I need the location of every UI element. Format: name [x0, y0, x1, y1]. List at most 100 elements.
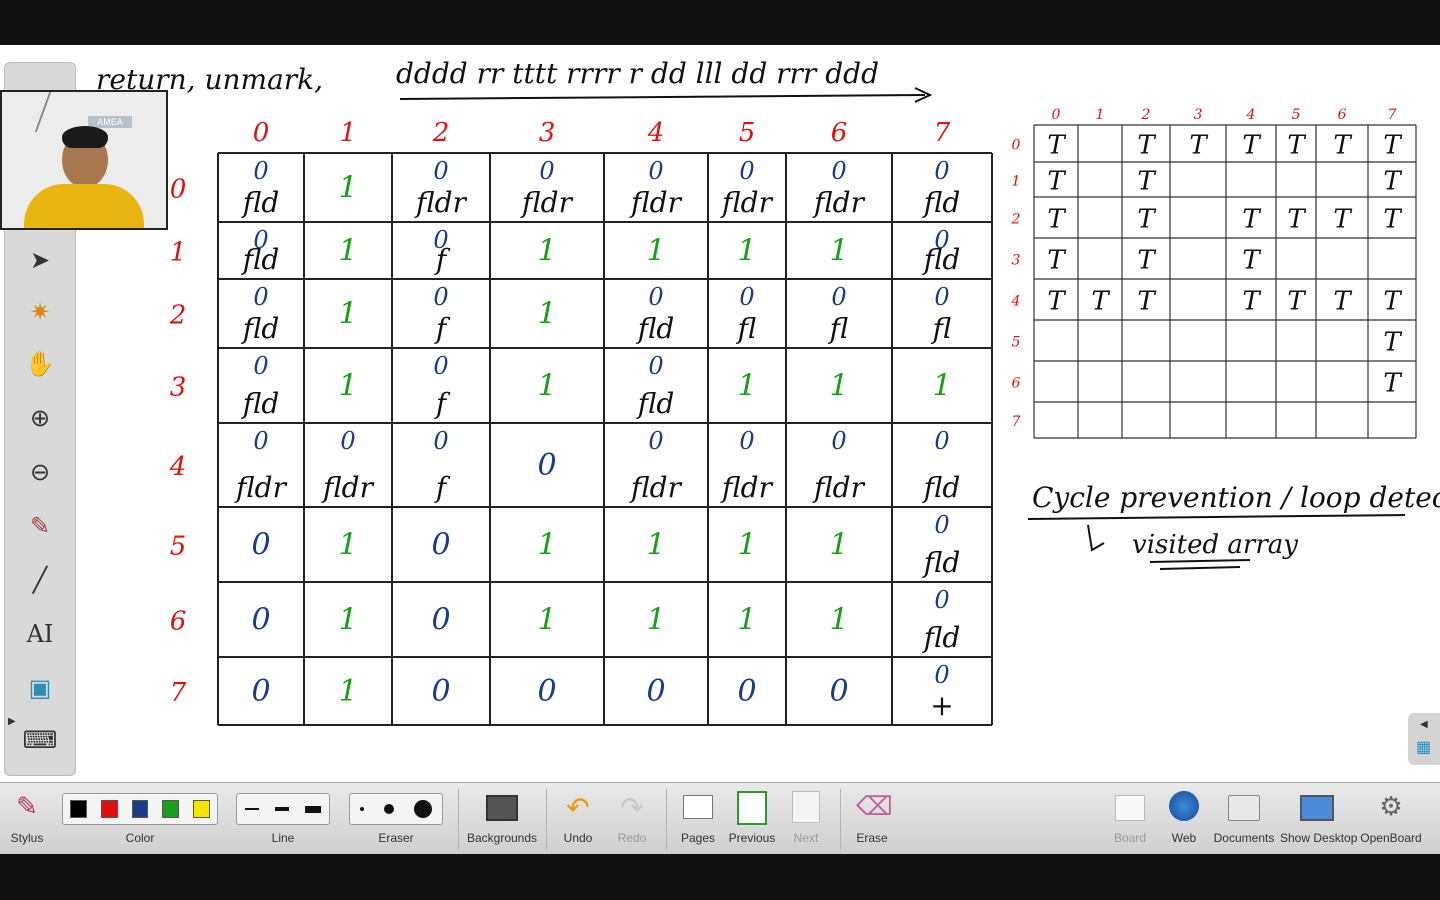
board-label: Board — [1113, 831, 1147, 845]
next-button[interactable]: Next — [784, 783, 828, 855]
color-swatch[interactable] — [193, 800, 210, 818]
cell-directions: + — [930, 689, 953, 722]
eraser-large-button[interactable] — [414, 800, 432, 818]
grid-cell: 0fld — [636, 283, 675, 345]
line-thick-button[interactable] — [305, 805, 321, 813]
column-header: 3 — [539, 118, 556, 148]
column-header: 7 — [934, 118, 951, 148]
cell-value: 1 — [829, 528, 848, 563]
grid-cell: 0 — [251, 603, 270, 638]
note-underline — [1027, 514, 1406, 520]
cell-value: 1 — [829, 234, 848, 269]
undo-button[interactable]: ↶ Undo — [556, 783, 600, 855]
cell-value: 0 — [431, 528, 450, 563]
cell-mark: 0 — [433, 157, 448, 185]
color-swatch[interactable] — [162, 800, 180, 818]
erase-button[interactable]: ⌫ Erase — [850, 783, 894, 855]
grid-cell: 0 fldr — [812, 427, 866, 504]
color-swatch[interactable] — [131, 800, 149, 818]
path-string: dddd rr tttt rrrr r dd lll dd rrr ddd — [396, 57, 879, 90]
color-swatch[interactable] — [100, 800, 118, 818]
color-swatch[interactable] — [70, 800, 87, 818]
grid-cell: 1 — [338, 603, 357, 638]
board-button[interactable]: Board — [1108, 783, 1152, 855]
redo-button[interactable]: ↷ Redo — [610, 783, 654, 855]
web-button[interactable]: Web — [1162, 783, 1206, 855]
cell-mark: 0 — [648, 352, 663, 380]
column-header: 6 — [831, 118, 848, 148]
cell-directions: fld — [922, 621, 961, 654]
cell-value: 1 — [537, 528, 556, 563]
grid-cell: 0 — [646, 674, 665, 709]
show-desktop-button[interactable]: Show Desktop — [1280, 783, 1357, 855]
erase-icon: ⌫ — [856, 791, 893, 821]
toolbar-separator — [458, 789, 459, 849]
collapse-arrow-icon[interactable]: ▶ — [8, 716, 16, 727]
stylus-button[interactable]: ✎ Stylus — [2, 783, 52, 855]
cell-value: 0 — [431, 603, 450, 638]
grid-cell: 0 — [431, 674, 450, 709]
cell-directions: f — [434, 471, 451, 504]
board-icon — [1115, 795, 1145, 821]
eraser-medium-button[interactable] — [384, 804, 394, 814]
cell-mark: 0 — [831, 283, 846, 311]
capture-icon[interactable]: ▣ — [22, 670, 58, 706]
pen-icon[interactable]: ✎ — [22, 508, 58, 544]
cell-value: 1 — [338, 297, 357, 332]
openboard-button[interactable]: ⚙ OpenBoard — [1360, 783, 1422, 855]
backgrounds-button[interactable]: Backgrounds — [466, 783, 538, 855]
main-column-headers: 0 1 2 3 4 5 6 7 — [253, 118, 951, 148]
cell-value: 1 — [932, 369, 951, 404]
cell-directions: fldr — [812, 471, 866, 504]
grid-cell: 0fld — [241, 157, 280, 219]
visited-cell: T — [1047, 131, 1066, 161]
grid-cell: 1 — [829, 369, 848, 404]
right-panel-toggle[interactable]: ◀ ▦ — [1408, 713, 1440, 765]
cell-value: 1 — [646, 234, 665, 269]
grid-cell: 0fld — [241, 226, 280, 276]
keyboard-icon[interactable]: ⌨ — [22, 722, 58, 758]
visited-cell: T — [1333, 287, 1352, 317]
zoom-out-icon[interactable]: ⊖ — [22, 454, 58, 490]
grid-cell: 0 fldr — [720, 427, 774, 504]
cell-directions: fld — [241, 312, 280, 345]
grid-cell: 1 — [737, 528, 756, 563]
grid-cell: 0 — [251, 674, 270, 709]
documents-label: Documents — [1213, 831, 1275, 845]
previous-button[interactable]: Previous — [728, 783, 776, 855]
hand-icon[interactable]: ✋ — [22, 346, 58, 382]
pages-button[interactable]: Pages — [676, 783, 720, 855]
redo-label: Redo — [617, 831, 647, 845]
row-header: 3 — [170, 373, 187, 403]
library-icon: ▦ — [1416, 739, 1432, 756]
column-header: 1 — [340, 118, 357, 148]
row-header: 4 — [169, 452, 187, 482]
visited-cell: T — [1047, 167, 1066, 197]
zoom-in-icon[interactable]: ⊕ — [22, 400, 58, 436]
eraser-small-button[interactable] — [360, 807, 364, 811]
line-medium-button[interactable] — [275, 807, 289, 811]
grid-cell: 1 — [737, 603, 756, 638]
cell-mark: 0 — [831, 427, 846, 455]
visited-cell: T — [1383, 167, 1402, 197]
grid-cell: 0 — [537, 674, 556, 709]
line-icon[interactable]: ╱ — [22, 562, 58, 598]
visited-cell: T — [1287, 287, 1306, 317]
grid-cell: 0fld — [241, 352, 280, 420]
text-icon[interactable]: AI — [22, 616, 58, 652]
whiteboard-canvas[interactable]: return, unmark, dddd rr tttt rrrr r dd l… — [0, 45, 1440, 782]
documents-button[interactable]: Documents — [1212, 783, 1276, 855]
cell-mark: 0 — [648, 427, 663, 455]
visited-cell: T — [1047, 246, 1066, 276]
visited-row-header: 3 — [1012, 253, 1021, 269]
cell-mark: 0 — [739, 283, 754, 311]
line-thin-button[interactable] — [245, 808, 259, 810]
cell-value: 0 — [829, 674, 848, 709]
cell-value: 0 — [646, 674, 665, 709]
laser-icon[interactable]: ✷ — [22, 294, 58, 330]
undo-label: Undo — [563, 831, 593, 845]
cell-value: 1 — [338, 674, 357, 709]
cell-directions: fld — [636, 387, 675, 420]
pointer-icon[interactable]: ➤ — [22, 242, 58, 278]
cell-directions: fldr — [720, 186, 774, 219]
